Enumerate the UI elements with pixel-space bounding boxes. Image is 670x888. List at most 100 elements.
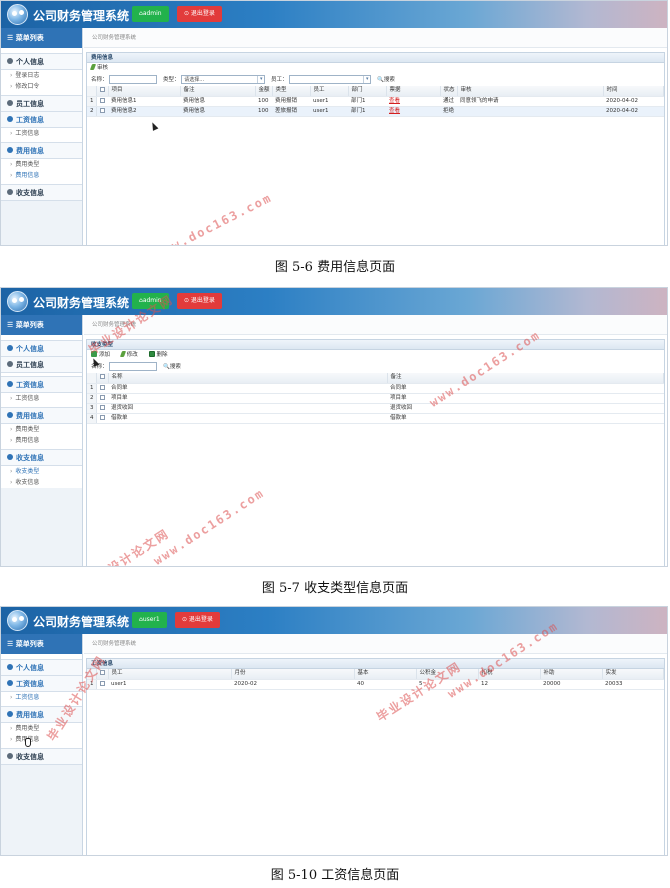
menu-group-personal[interactable]: 个人信息 bbox=[1, 660, 82, 676]
view-receipt-link[interactable]: 查看 bbox=[389, 98, 400, 104]
audit-button[interactable]: 审核 bbox=[89, 64, 108, 71]
col-header[interactable]: 实发 bbox=[602, 669, 664, 680]
name-search-input[interactable] bbox=[109, 75, 158, 84]
search-button[interactable]: 🔍搜索 bbox=[163, 364, 181, 370]
menu-item-change-password[interactable]: 修改口令 bbox=[1, 81, 82, 92]
col-header[interactable]: 金额 bbox=[255, 86, 273, 97]
edit-button[interactable]: 修改 bbox=[119, 351, 138, 358]
checkbox[interactable] bbox=[99, 107, 105, 113]
col-header[interactable]: 时间 bbox=[603, 86, 664, 97]
menu-item-expense-type[interactable]: 费用类型 bbox=[1, 424, 82, 435]
menu-item-expense-type[interactable]: 费用类型 bbox=[1, 723, 82, 734]
col-header[interactable]: 备注 bbox=[180, 86, 256, 97]
menu-item-income-type[interactable]: 收支类型 bbox=[1, 466, 82, 477]
menu-item-salary-info[interactable]: 工资信息 bbox=[1, 393, 82, 404]
row-select[interactable] bbox=[96, 393, 108, 404]
col-header[interactable]: 员工 bbox=[310, 86, 349, 97]
checkbox[interactable] bbox=[99, 374, 105, 380]
table-header-row: 员工 月份 基本 公积金 扣税 补助 实发 bbox=[87, 669, 664, 680]
user-button[interactable]: ⌂admin bbox=[132, 6, 169, 22]
table-row[interactable]: 2 项目单 项目单 bbox=[87, 393, 664, 404]
checkbox[interactable] bbox=[99, 87, 105, 93]
cell: 同意领飞的申请 bbox=[457, 96, 603, 107]
col-header-select-all[interactable] bbox=[96, 669, 109, 680]
table-row[interactable]: 2 费用信息2 费用信息 100 差旅报销 user1 部门1 查看 拒绝 20… bbox=[87, 106, 664, 117]
menu-group-salary[interactable]: 工资信息 bbox=[1, 112, 82, 128]
salary-table: 员工 月份 基本 公积金 扣税 补助 实发 1 user1 2020-02 40… bbox=[87, 669, 664, 690]
col-header[interactable]: 审核 bbox=[457, 86, 604, 97]
menu-item-expense-info[interactable]: 费用信息 bbox=[1, 435, 82, 446]
type-select[interactable]: 请选择... ▾ bbox=[181, 75, 266, 84]
user-label: admin bbox=[142, 297, 162, 304]
menu-group-income[interactable]: 收支信息 bbox=[1, 749, 82, 765]
table-row[interactable]: 3 退货收回 退货收回 bbox=[87, 403, 664, 414]
table-row[interactable]: 1 合同单 合同单 bbox=[87, 383, 664, 394]
checkbox[interactable] bbox=[99, 670, 105, 676]
col-header[interactable]: 公积金 bbox=[416, 669, 479, 680]
table-row[interactable]: 1 费用信息1 费用信息 100 费用报销 user1 部门1 查看 通过 同意… bbox=[87, 96, 664, 107]
col-header[interactable]: 票据 bbox=[386, 86, 441, 97]
menu-item-income-info[interactable]: 收支信息 bbox=[1, 477, 82, 488]
col-header[interactable]: 备注 bbox=[387, 373, 664, 384]
menu-group-label: 费用信息 bbox=[16, 711, 44, 719]
menu-group-expense[interactable]: 费用信息 bbox=[1, 707, 82, 723]
menu-group-salary[interactable]: 工资信息 bbox=[1, 377, 82, 393]
menu-group-expense[interactable]: 费用信息 bbox=[1, 143, 82, 159]
menu-group-salary[interactable]: 工资信息 bbox=[1, 676, 82, 692]
search-button[interactable]: 🔍搜索 bbox=[377, 77, 395, 83]
col-header-select-all[interactable] bbox=[96, 373, 109, 384]
person-icon bbox=[7, 381, 13, 387]
checkbox[interactable] bbox=[99, 680, 105, 686]
menu-group-label: 费用信息 bbox=[16, 412, 44, 420]
menu-group-staff[interactable]: 员工信息 bbox=[1, 357, 82, 373]
logout-button[interactable]: ⊙ 退出登录 bbox=[175, 612, 220, 628]
menu-group-staff[interactable]: 员工信息 bbox=[1, 96, 82, 112]
menu-group-personal[interactable]: 个人信息 bbox=[1, 54, 82, 70]
row-select[interactable] bbox=[96, 413, 108, 424]
col-header[interactable]: 状态 bbox=[440, 86, 458, 97]
logout-button[interactable]: ⊙ 退出登录 bbox=[177, 293, 222, 309]
row-select[interactable] bbox=[96, 403, 108, 414]
view-receipt-link[interactable]: 查看 bbox=[389, 108, 400, 114]
logout-button[interactable]: ⊙ 退出登录 bbox=[177, 6, 222, 22]
screenshot-expense-info: 公司财务管理系统 ⌂admin ⊙ 退出登录 ☰ 菜单列表 个人信息 登录日志 … bbox=[0, 0, 668, 246]
menu-item-expense-info[interactable]: 费用信息 bbox=[1, 734, 82, 745]
menu-group-income[interactable]: 收支信息 bbox=[1, 185, 82, 201]
checkbox[interactable] bbox=[99, 97, 105, 103]
col-header[interactable]: 扣税 bbox=[478, 669, 541, 680]
checkbox[interactable] bbox=[99, 414, 105, 420]
user-button[interactable]: ⌂admin bbox=[132, 293, 169, 309]
checkbox[interactable] bbox=[99, 394, 105, 400]
checkbox[interactable] bbox=[99, 404, 105, 410]
person-icon bbox=[7, 100, 13, 106]
col-header[interactable]: 补助 bbox=[540, 669, 603, 680]
menu-item-salary-info[interactable]: 工资信息 bbox=[1, 692, 82, 703]
row-select[interactable] bbox=[96, 383, 108, 394]
col-header[interactable]: 月份 bbox=[231, 669, 355, 680]
table-row[interactable]: 1 user1 2020-02 40 5 12 20000 20033 bbox=[87, 679, 664, 690]
row-select[interactable] bbox=[96, 96, 108, 107]
col-header[interactable]: 类型 bbox=[272, 86, 311, 97]
col-header[interactable]: 员工 bbox=[108, 669, 232, 680]
menu-item-expense-info[interactable]: 费用信息 bbox=[1, 170, 82, 181]
col-header[interactable]: 部门 bbox=[348, 86, 387, 97]
col-header[interactable]: 项目 bbox=[108, 86, 181, 97]
person-icon bbox=[7, 116, 13, 122]
table-row[interactable]: 4 借款单 借款单 bbox=[87, 413, 664, 424]
user-button[interactable]: ⌂user1 bbox=[132, 612, 167, 628]
row-select[interactable] bbox=[96, 106, 108, 117]
menu-group-personal[interactable]: 个人信息 bbox=[1, 341, 82, 357]
staff-select[interactable]: ▾ bbox=[289, 75, 372, 84]
menu-group-expense[interactable]: 费用信息 bbox=[1, 408, 82, 424]
menu-group-income[interactable]: 收支信息 bbox=[1, 450, 82, 466]
menu-item-salary-info[interactable]: 工资信息 bbox=[1, 128, 82, 139]
row-select[interactable] bbox=[96, 679, 108, 690]
delete-button[interactable]: 删除 bbox=[148, 351, 168, 358]
checkbox[interactable] bbox=[99, 384, 105, 390]
menu-item-login-log[interactable]: 登录日志 bbox=[1, 70, 82, 81]
col-header-select-all[interactable] bbox=[96, 86, 109, 97]
col-header[interactable]: 基本 bbox=[354, 669, 417, 680]
menu-item-expense-type[interactable]: 费用类型 bbox=[1, 159, 82, 170]
name-search-input[interactable] bbox=[109, 362, 158, 371]
col-header[interactable]: 名称 bbox=[108, 373, 388, 384]
